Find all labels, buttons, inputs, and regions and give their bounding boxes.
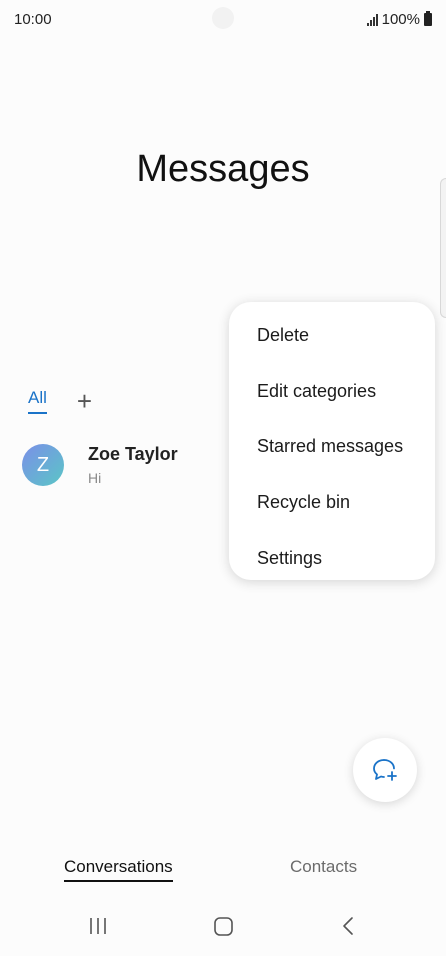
recent-apps-icon[interactable] <box>88 915 108 942</box>
home-icon[interactable] <box>213 915 235 942</box>
menu-item-starred-messages[interactable]: Starred messages <box>229 419 435 475</box>
edge-panel-handle[interactable] <box>440 178 446 318</box>
menu-item-edit-categories[interactable]: Edit categories <box>229 364 435 420</box>
system-nav-bar <box>0 905 446 949</box>
conversation-preview: Hi <box>88 470 102 486</box>
new-message-icon <box>373 759 397 781</box>
overflow-menu: Delete Edit categories Starred messages … <box>229 302 435 580</box>
conversation-item[interactable]: Z Zoe Taylor Hi <box>22 444 178 486</box>
bottom-nav: Conversations Contacts <box>0 855 446 885</box>
status-bar: 10:00 100% <box>0 0 446 40</box>
page-title: Messages <box>136 148 310 190</box>
avatar: Z <box>22 444 64 486</box>
camera-cutout <box>212 7 234 29</box>
battery-icon <box>424 11 432 26</box>
conversation-text: Zoe Taylor Hi <box>88 444 178 486</box>
nav-conversations[interactable]: Conversations <box>64 857 173 882</box>
status-time: 10:00 <box>14 11 52 28</box>
menu-item-settings[interactable]: Settings <box>229 530 435 586</box>
plus-icon[interactable]: + <box>77 388 92 414</box>
nav-contacts[interactable]: Contacts <box>290 857 357 877</box>
battery-percent: 100% <box>381 11 420 28</box>
menu-item-recycle-bin[interactable]: Recycle bin <box>229 475 435 531</box>
conversation-name: Zoe Taylor <box>88 444 178 464</box>
category-tabs: All + <box>28 388 92 414</box>
new-message-button[interactable] <box>353 738 417 802</box>
status-indicators: 100% <box>366 11 432 28</box>
menu-item-delete[interactable]: Delete <box>229 308 435 364</box>
back-icon[interactable] <box>338 915 358 942</box>
tab-all[interactable]: All <box>28 388 47 414</box>
signal-icon <box>366 13 378 26</box>
